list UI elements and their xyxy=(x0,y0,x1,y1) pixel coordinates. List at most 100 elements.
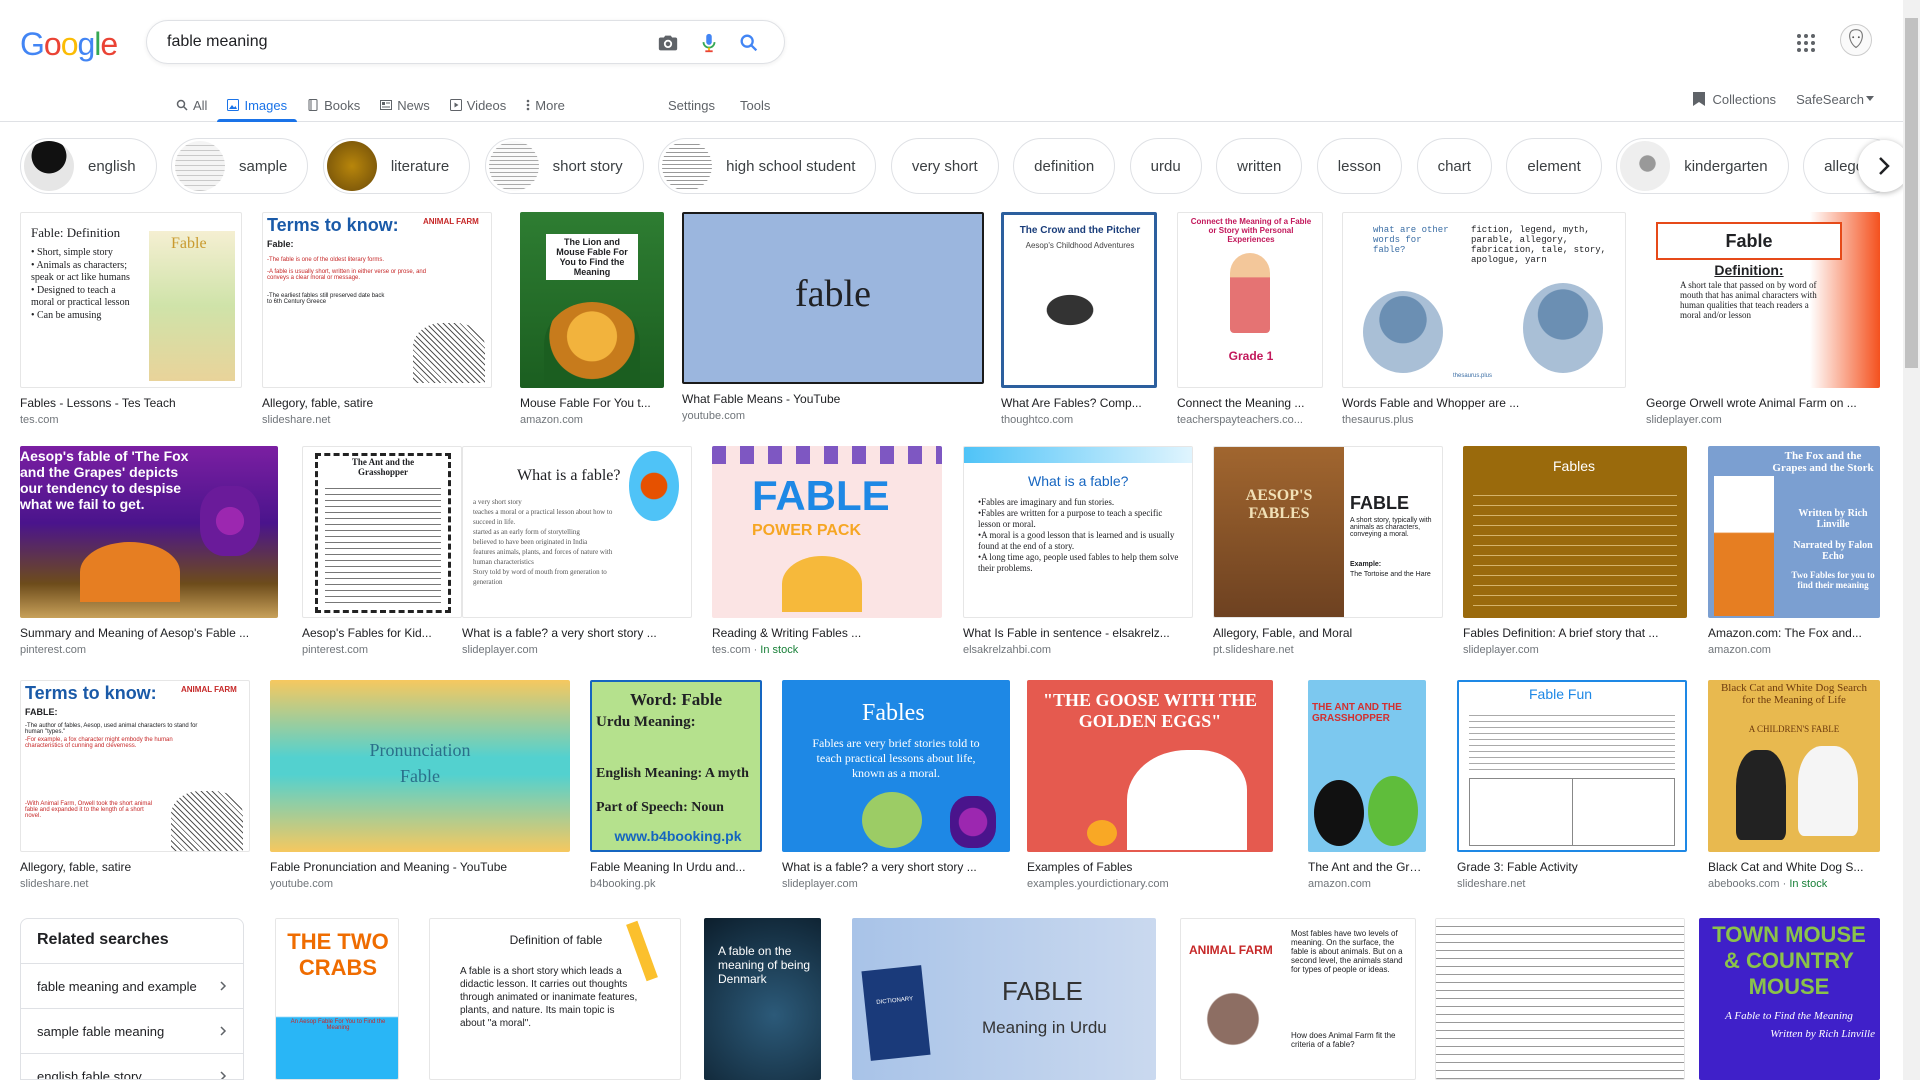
result-thumbnail[interactable]: Aesop's fable of 'The Fox and the Grapes… xyxy=(20,446,278,618)
result-thumbnail[interactable]: fable xyxy=(682,212,984,384)
image-result[interactable]: what are other words for fable? fiction,… xyxy=(1342,212,1626,426)
chip-written[interactable]: written xyxy=(1216,138,1303,194)
result-thumbnail[interactable]: The Ant and the Grasshopper xyxy=(302,446,462,618)
image-result[interactable]: Definition of fable A fable is a short s… xyxy=(429,918,681,1080)
image-result[interactable]: The Lion and Mouse Fable For You to Find… xyxy=(520,212,664,426)
result-thumbnail[interactable]: Terms to know: ANIMAL FARM FABLE: -The a… xyxy=(20,680,250,852)
image-result[interactable]: Terms to know: ANIMAL FARM FABLE: -The a… xyxy=(20,680,250,890)
related-search-item[interactable]: fable meaning and example xyxy=(21,963,243,1008)
result-thumbnail[interactable]: THE TWO CRABS An Aesop Fable For You to … xyxy=(275,918,399,1080)
result-thumbnail[interactable]: TOWN MOUSE & COUNTRY MOUSE A Fable to Fi… xyxy=(1699,918,1880,1080)
related-search-item[interactable]: english fable story xyxy=(21,1053,243,1079)
result-thumbnail[interactable]: Black Cat and White Dog Search for the M… xyxy=(1708,680,1880,852)
tab-videos[interactable]: Videos xyxy=(440,88,517,122)
image-result[interactable]: Fables Fables are very brief stories tol… xyxy=(782,680,1010,890)
chip-sample[interactable]: sample xyxy=(171,138,309,194)
image-result[interactable]: The Ant and the Grasshopper Aesop's Fabl… xyxy=(302,446,462,656)
image-result[interactable]: The Crow and the Pitcher Aesop's Childho… xyxy=(1001,212,1157,426)
chip-very-short[interactable]: very short xyxy=(890,138,999,194)
chip-kindergarten[interactable]: kindergarten xyxy=(1616,138,1789,194)
tools-link[interactable]: Tools xyxy=(740,88,770,122)
result-thumbnail[interactable]: what are other words for fable? fiction,… xyxy=(1342,212,1626,388)
result-thumbnail[interactable]: The Fox and the Grapes and the Stork Wri… xyxy=(1708,446,1880,618)
image-result[interactable]: Fable Fun Grade 3: Fable Activity slides… xyxy=(1457,680,1687,890)
result-thumbnail[interactable]: AESOP'S FABLES FABLE A short story, typi… xyxy=(1213,446,1443,618)
image-result[interactable]: Terms to know: ANIMAL FARM Fable: -The f… xyxy=(262,212,492,426)
safesearch-menu[interactable]: SafeSearch xyxy=(1796,92,1874,107)
image-result[interactable]: Connect the Meaning of a Fable or Story … xyxy=(1177,212,1323,426)
result-thumbnail[interactable]: THE ANT AND THE GRASSHOPPER xyxy=(1308,680,1426,852)
search-input[interactable] xyxy=(167,31,597,53)
result-thumbnail[interactable]: FABLE POWER PACK xyxy=(712,446,942,618)
search-icon[interactable] xyxy=(738,32,760,54)
tab-all[interactable]: All xyxy=(166,88,217,122)
result-thumbnail[interactable] xyxy=(1435,918,1685,1080)
result-thumbnail[interactable]: What is a fable? a very short story teac… xyxy=(462,446,692,618)
chip-high-school-student[interactable]: high school student xyxy=(658,138,877,194)
result-thumbnail[interactable]: A fable on the meaning of being Denmark xyxy=(704,918,821,1080)
image-result[interactable]: Fables Fables Definition: A brief story … xyxy=(1463,446,1687,656)
result-thumbnail[interactable]: Definition of fable A fable is a short s… xyxy=(429,918,681,1080)
tab-books[interactable]: Books xyxy=(297,88,370,122)
grapes-illustration xyxy=(200,486,260,556)
account-avatar[interactable] xyxy=(1840,24,1872,56)
result-thumbnail[interactable]: The Crow and the Pitcher Aesop's Childho… xyxy=(1001,212,1157,388)
tab-more[interactable]: More xyxy=(516,88,575,122)
collections-link[interactable]: Collections xyxy=(1692,91,1776,107)
page-scrollbar[interactable] xyxy=(1903,0,1920,1080)
result-thumbnail[interactable]: DICTIONARY FABLE Meaning in Urdu xyxy=(852,918,1156,1080)
scrollbar-thumb[interactable] xyxy=(1905,18,1918,368)
chip-definition[interactable]: definition xyxy=(1013,138,1116,194)
result-thumbnail[interactable]: Connect the Meaning of a Fable or Story … xyxy=(1177,212,1323,388)
image-result[interactable]: Word: Fable Urdu Meaning: English Meanin… xyxy=(590,680,762,890)
result-thumbnail[interactable]: Word: Fable Urdu Meaning: English Meanin… xyxy=(590,680,762,852)
chip-short-story[interactable]: short story xyxy=(484,138,644,194)
image-result[interactable]: A fable on the meaning of being Denmark xyxy=(704,918,821,1080)
image-result[interactable]: THE ANT AND THE GRASSHOPPER The Ant and … xyxy=(1308,680,1426,890)
image-result[interactable]: DICTIONARY FABLE Meaning in Urdu xyxy=(852,918,1156,1080)
chip-urdu[interactable]: urdu xyxy=(1129,138,1202,194)
result-thumbnail[interactable]: Fable Definition: A short tale that pass… xyxy=(1646,212,1880,388)
related-search-item[interactable]: sample fable meaning xyxy=(21,1008,243,1053)
microphone-icon[interactable] xyxy=(698,32,720,54)
image-result[interactable]: TOWN MOUSE & COUNTRY MOUSE A Fable to Fi… xyxy=(1699,918,1880,1080)
result-thumbnail[interactable]: ANIMAL FARM Most fables have two levels … xyxy=(1180,918,1416,1080)
worksheet-text xyxy=(1469,710,1675,770)
image-result[interactable]: ANIMAL FARM Most fables have two levels … xyxy=(1180,918,1416,1080)
result-thumbnail[interactable]: The Lion and Mouse Fable For You to Find… xyxy=(520,212,664,388)
tab-images[interactable]: Images xyxy=(217,88,297,122)
result-thumbnail[interactable]: Fable: Definition • Short, simple story … xyxy=(20,212,242,388)
chip-literature[interactable]: literature xyxy=(322,138,471,194)
image-result[interactable]: fable What Fable Means - YouTube youtube… xyxy=(682,212,984,422)
apps-grid-icon[interactable] xyxy=(1796,33,1816,53)
image-result[interactable]: Fable Definition: A short tale that pass… xyxy=(1646,212,1880,426)
chip-lesson[interactable]: lesson xyxy=(1316,138,1403,194)
image-result[interactable]: AESOP'S FABLES FABLE A short story, typi… xyxy=(1213,446,1443,656)
result-thumbnail[interactable]: "THE GOOSE WITH THE GOLDEN EGGS" xyxy=(1027,680,1273,852)
image-result[interactable]: Fable: Definition • Short, simple story … xyxy=(20,212,242,426)
result-thumbnail[interactable]: Fable Fun xyxy=(1457,680,1687,852)
camera-icon[interactable] xyxy=(657,32,679,54)
result-thumbnail[interactable]: Terms to know: ANIMAL FARM Fable: -The f… xyxy=(262,212,492,388)
image-result[interactable]: The Fox and the Grapes and the Stork Wri… xyxy=(1708,446,1880,656)
image-result[interactable]: Black Cat and White Dog Search for the M… xyxy=(1708,680,1880,890)
chip-english[interactable]: english xyxy=(20,138,157,194)
result-thumbnail[interactable]: What is a fable? •Fables are imaginary a… xyxy=(963,446,1193,618)
image-result[interactable]: "THE GOOSE WITH THE GOLDEN EGGS" Example… xyxy=(1027,680,1273,890)
google-logo[interactable]: Google xyxy=(20,26,118,63)
settings-link[interactable]: Settings xyxy=(668,88,715,122)
image-result[interactable] xyxy=(1435,918,1685,1080)
result-thumbnail[interactable]: Fables Fables are very brief stories tol… xyxy=(782,680,1010,852)
image-result[interactable]: Aesop's fable of 'The Fox and the Grapes… xyxy=(20,446,278,656)
image-result[interactable]: Pronunciation Fable Fable Pronunciation … xyxy=(270,680,570,890)
image-result[interactable]: What is a fable? a very short story teac… xyxy=(462,446,692,656)
result-thumbnail[interactable]: Pronunciation Fable xyxy=(270,680,570,852)
result-thumbnail[interactable]: Fables xyxy=(1463,446,1687,618)
tab-news[interactable]: News xyxy=(370,88,440,122)
chip-element[interactable]: element xyxy=(1506,138,1602,194)
image-result[interactable]: What is a fable? •Fables are imaginary a… xyxy=(963,446,1193,656)
image-result[interactable]: THE TWO CRABS An Aesop Fable For You to … xyxy=(275,918,399,1080)
chip-chart[interactable]: chart xyxy=(1416,138,1492,194)
definition-text xyxy=(1473,486,1677,610)
image-result[interactable]: FABLE POWER PACK Reading & Writing Fable… xyxy=(712,446,942,656)
